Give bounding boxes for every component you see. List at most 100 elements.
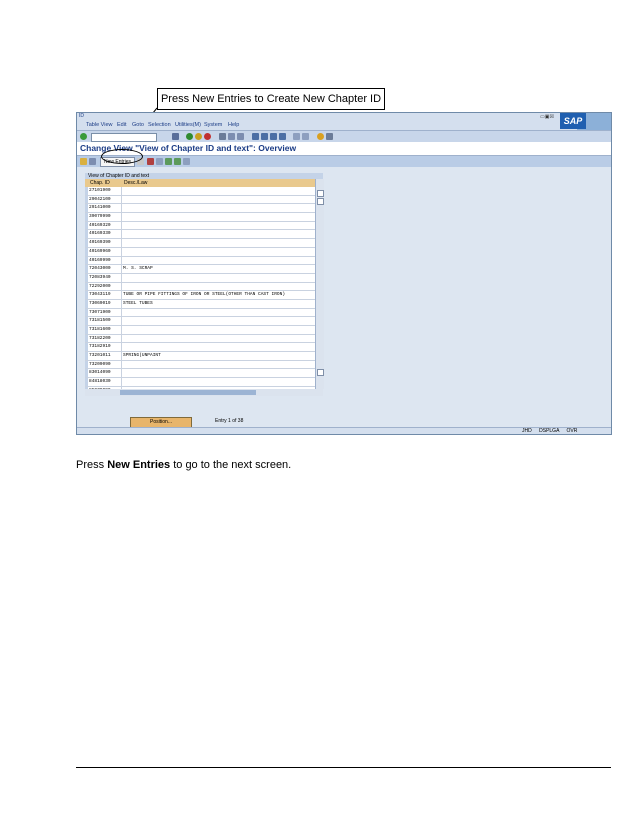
table-row[interactable]: 40169330 <box>85 230 315 240</box>
row-selector[interactable] <box>85 265 88 273</box>
chap-id-cell[interactable]: 84818030 <box>89 378 122 386</box>
table-row[interactable]: 73201011 SPRING(UNPAINT <box>85 352 315 361</box>
row-selector[interactable] <box>85 334 88 343</box>
chap-id-cell[interactable]: 29141000 <box>89 204 122 213</box>
scroll-thumb[interactable] <box>317 198 324 205</box>
command-field[interactable] <box>91 133 157 142</box>
column-header-chap-id[interactable]: Chap. ID <box>90 179 110 187</box>
shortcut-icon[interactable] <box>302 133 309 140</box>
row-selector[interactable] <box>85 282 88 291</box>
chap-id-cell[interactable]: 40169390 <box>89 239 122 247</box>
chap-id-cell[interactable]: 73043119 <box>89 291 122 299</box>
table-row[interactable]: 73069019 STEEL TUBES <box>85 299 315 309</box>
chap-id-cell[interactable]: 40169990 <box>89 256 122 265</box>
menu-selection[interactable]: Selection <box>148 122 171 128</box>
chap-id-cell[interactable]: 72292000 <box>89 282 122 291</box>
chap-id-cell[interactable]: 73182910 <box>89 343 122 352</box>
menu-system[interactable]: System <box>204 122 222 128</box>
scroll-down-icon[interactable] <box>317 369 324 376</box>
row-selector[interactable] <box>85 204 88 213</box>
desc-cell[interactable]: TUBE OR PIPE FITTINGS OF IRON OR STEEL(O… <box>123 291 285 299</box>
row-selector[interactable] <box>85 273 88 282</box>
row-selector[interactable] <box>85 195 88 204</box>
row-selector[interactable] <box>85 247 88 256</box>
select-all-icon[interactable] <box>165 158 172 165</box>
back-icon[interactable] <box>186 133 193 140</box>
row-selector[interactable] <box>85 317 88 325</box>
row-selector[interactable] <box>85 239 88 247</box>
row-selector[interactable] <box>85 308 88 317</box>
first-page-icon[interactable] <box>252 133 259 140</box>
menu-table-view[interactable]: Table View <box>86 122 113 128</box>
chap-id-cell[interactable]: 73201011 <box>89 352 122 360</box>
table-row[interactable]: 73181500 <box>85 317 315 326</box>
delete-icon[interactable] <box>147 158 154 165</box>
table-row[interactable]: 27101900 <box>85 187 315 196</box>
table-row[interactable]: 29141000 <box>85 204 315 214</box>
menu-edit[interactable]: Edit <box>117 122 126 128</box>
menu-goto[interactable]: Goto <box>132 122 144 128</box>
exit-icon[interactable] <box>195 133 202 140</box>
undo-icon[interactable] <box>156 158 163 165</box>
chap-id-cell[interactable]: 73181500 <box>89 317 122 325</box>
desc-cell[interactable]: SPRING(UNPAINT <box>123 352 161 360</box>
chap-id-cell[interactable]: 73209090 <box>89 360 122 369</box>
find-next-icon[interactable] <box>237 133 244 140</box>
table-row[interactable]: 29042100 <box>85 195 315 205</box>
chap-id-cell[interactable]: 73182200 <box>89 334 122 343</box>
table-row[interactable]: 72043000 M. S. SCRAP <box>85 265 315 274</box>
select-block-icon[interactable] <box>174 158 181 165</box>
chap-id-cell[interactable]: 72043000 <box>89 265 122 273</box>
last-page-icon[interactable] <box>279 133 286 140</box>
column-header-desc[interactable]: Desc./Law <box>124 179 147 187</box>
table-row[interactable]: 39079990 <box>85 213 315 222</box>
chap-id-cell[interactable]: 40169330 <box>89 230 122 239</box>
enter-icon[interactable] <box>80 133 87 140</box>
row-selector[interactable] <box>85 369 88 378</box>
table-row[interactable]: 73182200 <box>85 334 315 344</box>
chap-id-cell[interactable]: 73069019 <box>89 299 122 308</box>
horizontal-scrollbar[interactable] <box>85 389 323 396</box>
print-icon[interactable] <box>219 133 226 140</box>
deselect-all-icon[interactable] <box>183 158 190 165</box>
row-selector[interactable] <box>85 299 88 308</box>
vertical-scrollbar[interactable] <box>315 179 324 389</box>
prev-page-icon[interactable] <box>261 133 268 140</box>
desc-cell[interactable]: STEEL TUBES <box>123 300 153 308</box>
table-row[interactable]: 40169960 <box>85 247 315 257</box>
row-selector[interactable] <box>85 221 88 230</box>
chap-id-cell[interactable]: 40169320 <box>89 221 122 230</box>
cancel-icon[interactable] <box>204 133 211 140</box>
table-row[interactable]: 73043119 TUBE OR PIPE FITTINGS OF IRON OR… <box>85 291 315 300</box>
help-icon[interactable] <box>317 133 324 140</box>
table-row[interactable]: 72083940 <box>85 273 315 283</box>
window-controls[interactable]: ▭▣☒ <box>540 114 554 120</box>
table-row[interactable]: 83014090 <box>85 369 315 379</box>
menu-utilities[interactable]: Utilities(M) <box>175 122 201 128</box>
table-row[interactable]: 72292000 <box>85 282 315 292</box>
chap-id-cell[interactable]: 29042100 <box>89 195 122 204</box>
table-row[interactable]: 73071900 <box>85 308 315 318</box>
chap-id-cell[interactable]: 72083940 <box>89 273 122 282</box>
find-icon[interactable] <box>228 133 235 140</box>
scroll-up-icon[interactable] <box>317 190 324 197</box>
row-selector[interactable] <box>85 291 88 299</box>
other-view-icon[interactable] <box>89 158 96 165</box>
row-selector[interactable] <box>85 360 88 369</box>
row-selector[interactable] <box>85 187 88 195</box>
chap-id-cell[interactable]: 39079990 <box>89 213 122 221</box>
table-row[interactable]: 73209090 <box>85 360 315 370</box>
menu-help[interactable]: Help <box>228 122 239 128</box>
table-row[interactable]: 40169320 <box>85 221 315 231</box>
row-selector[interactable] <box>85 378 88 386</box>
next-page-icon[interactable] <box>270 133 277 140</box>
table-row[interactable]: 40169990 <box>85 256 315 266</box>
row-selector[interactable] <box>85 326 88 334</box>
horizontal-scroll-thumb[interactable] <box>120 390 256 395</box>
chap-id-cell[interactable]: 40169960 <box>89 247 122 256</box>
table-row[interactable]: 73181600 <box>85 326 315 335</box>
row-selector[interactable] <box>85 230 88 239</box>
table-row[interactable]: 73182910 <box>85 343 315 353</box>
row-selector[interactable] <box>85 213 88 221</box>
desc-cell[interactable]: M. S. SCRAP <box>123 265 153 273</box>
